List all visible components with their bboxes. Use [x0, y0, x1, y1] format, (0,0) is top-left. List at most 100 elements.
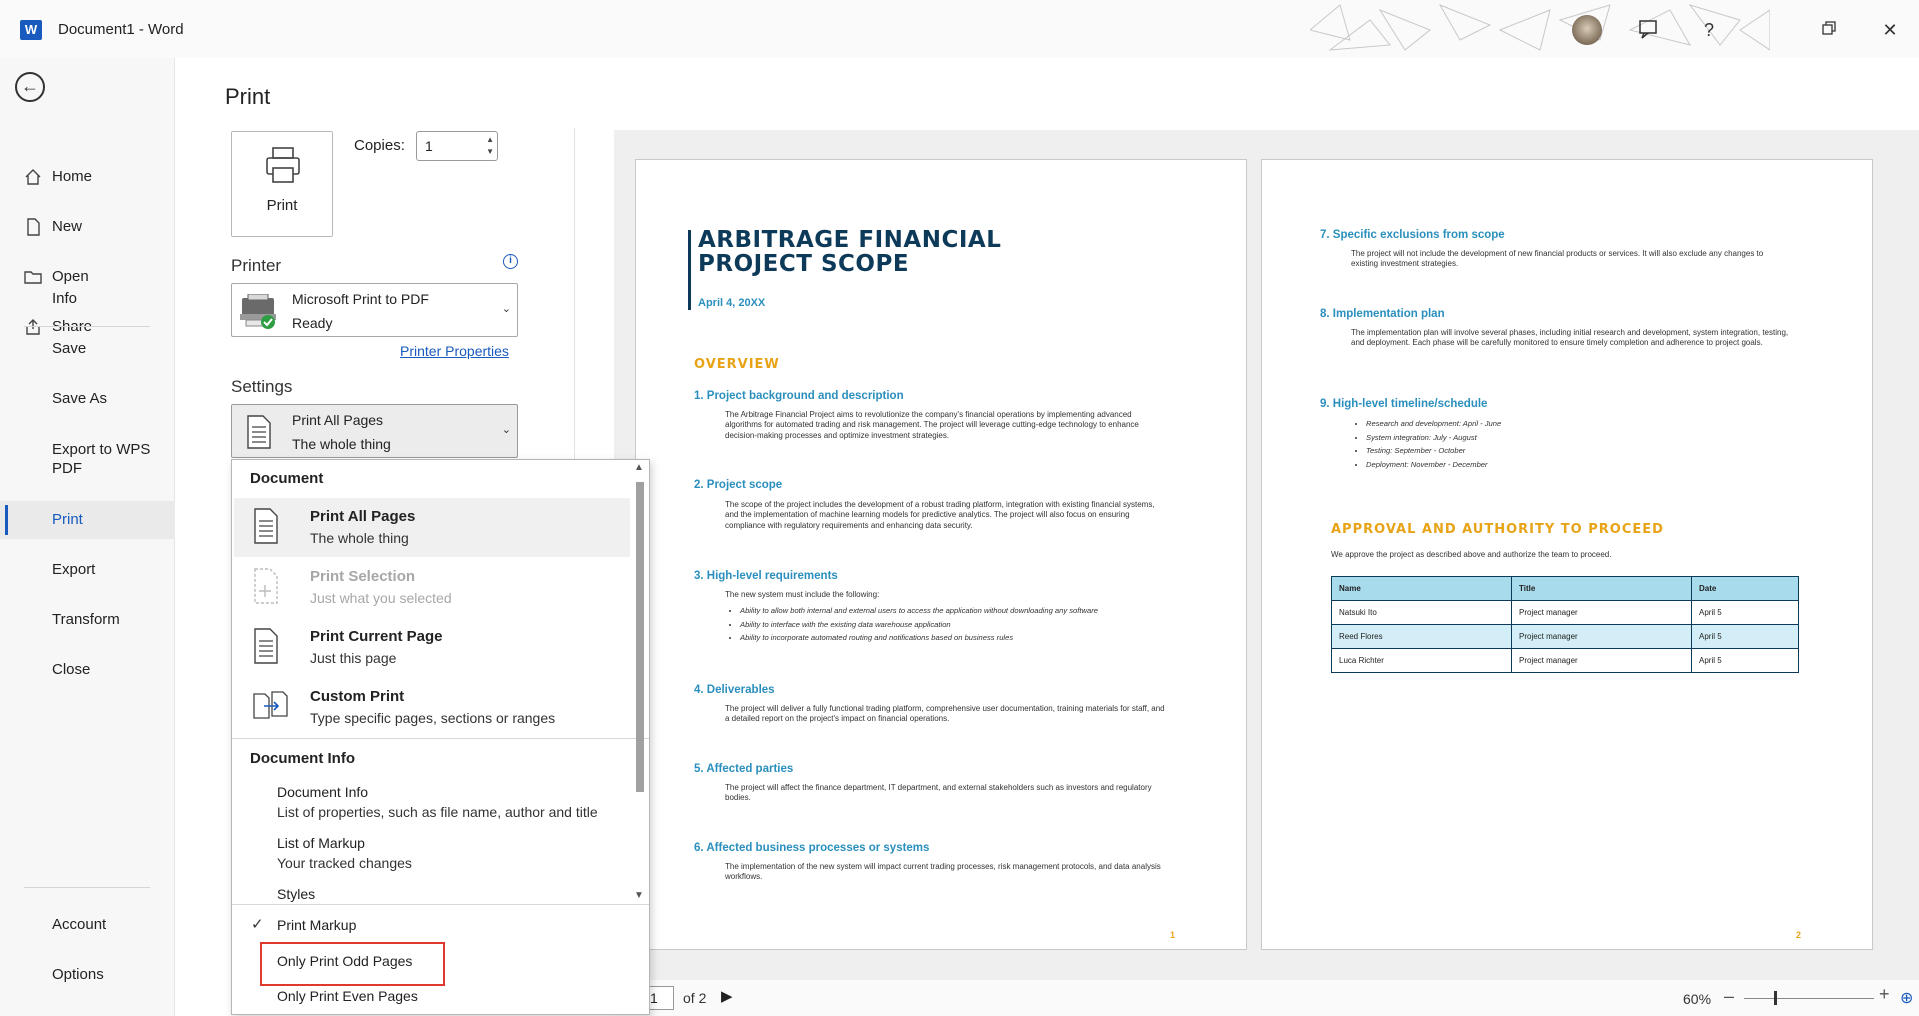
item-heading: 2. Project scope — [694, 479, 783, 491]
page-number: 2 — [1796, 930, 1802, 940]
printer-name: Microsoft Print to PDF — [292, 291, 429, 307]
item-text: The scope of the project includes the de… — [725, 500, 1155, 530]
item-heading: 3. High-level requirements — [694, 570, 838, 582]
page-number: 1 — [1170, 930, 1176, 940]
toggle-even-pages[interactable]: Only Print Even Pages — [277, 988, 418, 1004]
printer-select[interactable]: Microsoft Print to PDF Ready ⌄ — [231, 283, 518, 337]
item-text: The Arbitrage Financial Project aims to … — [725, 410, 1139, 440]
settings-sub: The whole thing — [292, 436, 391, 452]
table-header: Title — [1511, 576, 1692, 601]
item-heading: 5. Affected parties — [694, 763, 794, 775]
nav-options[interactable]: Options — [0, 956, 175, 994]
title-accent-bar — [688, 230, 691, 310]
nav-close[interactable]: Close — [0, 651, 175, 689]
scrollbar-thumb[interactable] — [636, 482, 644, 792]
zoom-slider[interactable] — [1744, 998, 1874, 999]
home-icon — [22, 158, 44, 200]
current-page-input[interactable]: 1 — [646, 986, 674, 1010]
option-list-of-markup[interactable]: List of Markup Your tracked changes — [277, 835, 412, 871]
table-row: Reed Flores Project manager April 5 — [1331, 624, 1799, 649]
checkmark-icon: ✓ — [251, 916, 264, 933]
list-item: Deployment: November - December — [1366, 458, 1501, 472]
selected-option-bg — [234, 498, 630, 557]
nav-export-wps-pdf[interactable]: Export to WPS PDF — [0, 440, 175, 484]
dropdown-divider — [232, 738, 649, 739]
nav-new[interactable]: New — [0, 208, 175, 246]
printer-icon — [266, 147, 300, 183]
word-logo-icon: W — [20, 20, 42, 40]
restore-window-icon[interactable] — [1817, 18, 1841, 42]
print-button[interactable]: Print — [231, 131, 333, 237]
item-text: The project will deliver a fully functio… — [725, 704, 1165, 724]
toggle-print-markup[interactable]: Print Markup — [277, 917, 356, 933]
settings-value: Print All Pages — [292, 412, 384, 428]
item-heading: 8. Implementation plan — [1320, 308, 1445, 320]
document-pages-icon — [247, 415, 271, 449]
preview-status-bar: 1 of 2 ▶ 60% – + ⊕ — [614, 980, 1919, 1016]
overview-heading: OVERVIEW — [694, 357, 780, 372]
help-icon[interactable]: ? — [1697, 18, 1721, 42]
approval-text: We approve the project as described abov… — [1331, 550, 1612, 559]
page-title: Print — [225, 84, 271, 109]
spin-arrows-icon[interactable]: ▲ ▼ — [486, 134, 494, 158]
printer-status: Ready — [292, 315, 333, 331]
next-page-icon[interactable]: ▶ — [721, 987, 733, 1005]
print-range-dropdown: Document Print All Pages The whole thing… — [231, 459, 650, 1015]
chevron-down-icon: ⌄ — [501, 303, 511, 315]
table-header: Date — [1691, 576, 1799, 601]
nav-home[interactable]: Home — [0, 158, 175, 196]
scroll-up-icon[interactable]: ▲ — [634, 462, 644, 473]
nav-transform[interactable]: Transform — [0, 601, 175, 639]
zoom-slider-thumb[interactable] — [1774, 991, 1777, 1005]
zoom-in-button[interactable]: + — [1879, 984, 1890, 1005]
back-arrow-icon[interactable]: ← — [15, 72, 45, 102]
list-item: Testing: September - October — [1366, 444, 1501, 458]
nav-print[interactable]: Print — [0, 501, 175, 539]
approval-heading: APPROVAL AND AUTHORITY TO PROCEED — [1331, 522, 1664, 537]
requirements-list: Ability to allow both internal and exter… — [740, 604, 1098, 645]
zoom-level: 60% — [1683, 991, 1712, 1007]
nav-account[interactable]: Account — [0, 906, 175, 944]
window-title: Document1 - Word — [58, 21, 184, 38]
document-info-group-header: Document Info — [250, 750, 355, 767]
user-avatar[interactable] — [1572, 15, 1602, 45]
item-heading: 1. Project background and description — [694, 390, 904, 402]
close-window-icon[interactable]: ✕ — [1878, 18, 1902, 42]
fit-to-window-icon[interactable]: ⊕ — [1900, 988, 1913, 1008]
print-range-select[interactable]: Print All Pages The whole thing ⌄ — [231, 404, 518, 458]
nav-save[interactable]: Save — [0, 330, 175, 368]
custom-print-icon — [253, 691, 288, 719]
list-item: Ability to incorporate automated routing… — [740, 631, 1098, 645]
zoom-out-button[interactable]: – — [1724, 986, 1734, 1007]
nav-info[interactable]: Info — [0, 280, 175, 318]
copies-label: Copies: — [354, 137, 405, 154]
item-text: The project will not include the develop… — [1351, 249, 1764, 269]
item-text: The implementation of the new system wil… — [725, 862, 1161, 882]
printer-properties-link[interactable]: Printer Properties — [400, 343, 509, 359]
item-heading: 4. Deliverables — [694, 684, 775, 696]
list-item: Ability to interface with the existing d… — [740, 618, 1098, 632]
table-header: Name — [1331, 576, 1512, 601]
doc-title: ARBITRAGE FINANCIAL PROJECT SCOPE — [698, 227, 1002, 277]
selection-icon — [254, 568, 278, 604]
nav-divider — [24, 887, 150, 888]
table-row: Natsuki Ito Project manager April 5 — [1331, 600, 1799, 625]
item-text: The new system must include the followin… — [725, 590, 880, 599]
current-page-icon — [254, 628, 278, 664]
copies-value[interactable]: 1 — [425, 138, 433, 154]
nav-export[interactable]: Export — [0, 551, 175, 589]
dropdown-scrollbar[interactable]: ▲ ▼ — [632, 462, 648, 904]
timeline-list: Research and development: April - June S… — [1366, 417, 1501, 471]
preview-page-1: ARBITRAGE FINANCIAL PROJECT SCOPE April … — [635, 159, 1247, 950]
item-heading: 6. Affected business processes or system… — [694, 842, 930, 854]
copies-stepper[interactable]: 1 ▲ ▼ — [416, 131, 498, 161]
scroll-down-icon[interactable]: ▼ — [634, 890, 644, 901]
option-document-info[interactable]: Document Info List of properties, such a… — [277, 784, 598, 820]
feedback-icon[interactable] — [1636, 18, 1660, 42]
highlight-box — [260, 942, 445, 986]
list-item: Research and development: April - June — [1366, 417, 1501, 431]
nav-save-as[interactable]: Save As — [0, 380, 175, 418]
option-styles[interactable]: Styles — [277, 886, 315, 902]
info-icon[interactable]: i — [503, 254, 518, 269]
nav-divider — [24, 326, 150, 327]
